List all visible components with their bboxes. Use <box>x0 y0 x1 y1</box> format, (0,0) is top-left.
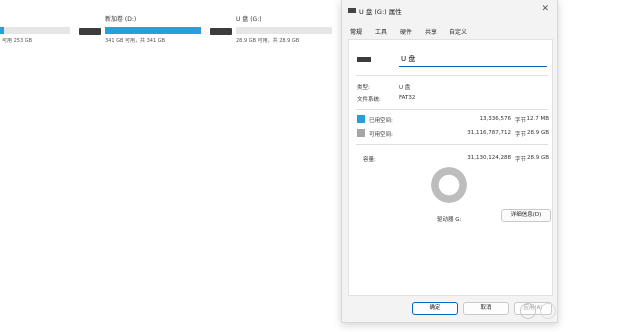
tab-customize[interactable]: 自定义 <box>449 27 467 36</box>
used-space-swatch <box>357 115 365 123</box>
drive-icon <box>210 28 232 35</box>
drive-name-input[interactable] <box>399 52 547 67</box>
tab-sharing[interactable]: 共享 <box>425 27 437 36</box>
dialog-titlebar[interactable]: U 盘 (G:) 属性 ✕ <box>342 0 557 22</box>
capacity-size: 28.9 GB <box>526 155 549 161</box>
general-tab-panel: 类型: U 盘 文件系统: FAT32 已用空间: 13,336,576 字节 … <box>348 39 553 296</box>
dialog-title: U 盘 (G:) 属性 <box>359 8 402 16</box>
drive-name: 新加卷 (D:) <box>105 16 137 23</box>
tab-general[interactable]: 常规 <box>350 27 362 36</box>
cancel-button[interactable]: 取消 <box>463 302 509 315</box>
filesystem-label: 文件系统: <box>357 97 381 103</box>
drive-name: U 盘 (G:) <box>236 16 262 23</box>
free-space-bytes: 31,116,787,712 <box>467 130 511 136</box>
drive-usage-bar <box>105 27 201 34</box>
drive-item-d[interactable]: 新加卷 (D:) 341 GB 可用，共 341 GB <box>79 14 204 48</box>
divider <box>356 75 548 76</box>
filesystem-value: FAT32 <box>399 95 416 101</box>
properties-dialog: U 盘 (G:) 属性 ✕ 常规 工具 硬件 共享 自定义 类型: U 盘 文件… <box>341 0 558 323</box>
watermark-logo <box>540 303 556 319</box>
used-space-bytes: 13,336,576 <box>479 116 512 122</box>
drive-icon <box>79 28 101 35</box>
drive-size-text: 28.9 GB 可用，共 28.9 GB <box>236 38 300 44</box>
drive-letter-label: 驱动器 G: <box>437 217 462 223</box>
free-space-label: 可用空间: <box>369 132 393 138</box>
type-value: U 盘 <box>399 85 411 91</box>
watermark-logo <box>520 303 536 319</box>
tab-tools[interactable]: 工具 <box>375 27 387 36</box>
ok-button[interactable]: 确定 <box>412 302 458 315</box>
drive-usage-fill <box>105 27 201 34</box>
drive-item-g[interactable]: U 盘 (G:) 28.9 GB 可用，共 28.9 GB <box>210 14 335 48</box>
type-label: 类型: <box>357 85 370 91</box>
drive-icon <box>357 57 371 62</box>
free-space-swatch <box>357 129 365 137</box>
tab-hardware[interactable]: 硬件 <box>400 27 412 36</box>
capacity-label: 容量: <box>363 157 376 163</box>
drive-usage-bar <box>236 27 332 34</box>
usage-donut-chart <box>431 167 467 203</box>
used-space-size: 12.7 MB <box>526 116 549 122</box>
details-button[interactable]: 详细信息(D) <box>501 209 551 222</box>
drive-size-text: 可用 253 GB <box>2 38 33 44</box>
drive-size-text: 341 GB 可用，共 341 GB <box>105 38 166 44</box>
capacity-bytes: 31,130,124,288 <box>467 155 511 161</box>
close-icon[interactable]: ✕ <box>541 4 549 14</box>
divider <box>356 109 548 110</box>
drive-usage-bar <box>0 27 70 34</box>
tab-strip: 常规 工具 硬件 共享 自定义 <box>348 27 553 39</box>
drive-item-c[interactable]: 可用 253 GB <box>0 14 90 48</box>
free-space-size: 28.9 GB <box>526 130 549 136</box>
drive-usage-fill <box>0 27 4 34</box>
divider <box>356 144 548 145</box>
used-space-label: 已用空间: <box>369 118 393 124</box>
drive-icon <box>348 8 356 13</box>
